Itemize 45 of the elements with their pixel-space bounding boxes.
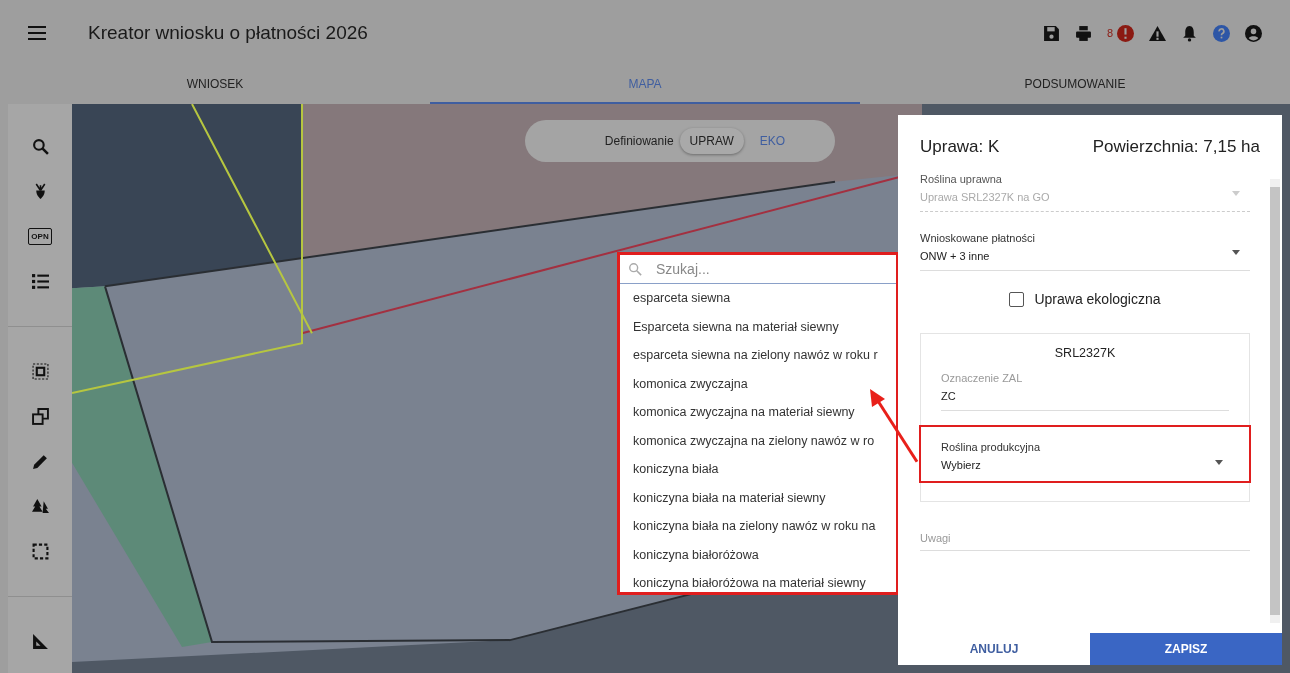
scrollbar[interactable] [1270,179,1280,623]
crop-option[interactable]: komonica zwyczajna [620,369,896,398]
crop-option[interactable]: koniczyna białoróżowa [620,540,896,569]
search-icon [628,262,642,276]
panel-title: Uprawa: K [920,137,1000,157]
select-field[interactable]: Wnioskowane płatności ONW + 3 inne [920,228,1250,271]
error-icon[interactable] [1117,24,1134,42]
menu-icon[interactable] [28,26,46,40]
crop-option[interactable]: esparceta siewna na zielony nawóz w roku r [620,341,896,370]
crop-option[interactable]: koniczyna biała [620,455,896,484]
copy-icon[interactable] [31,408,49,425]
pencil-icon[interactable] [31,453,49,470]
ruler-icon[interactable] [31,633,49,650]
error-count: 8 [1106,27,1113,39]
select-area-icon[interactable] [31,363,49,380]
print-icon[interactable] [1074,24,1092,42]
trees-icon[interactable] [31,498,49,515]
save-icon[interactable] [1042,24,1060,42]
search-icon[interactable] [31,138,49,155]
account-icon[interactable] [1245,24,1262,42]
select-field[interactable]: Roślina produkcyjna Wybierz [919,425,1251,483]
crop-option[interactable]: komonica zwyczajna na zielony nawóz w ro [620,426,896,455]
tab[interactable]: PODSUMOWANIE [860,66,1290,104]
checkbox-label: Uprawa ekologiczna [1034,291,1161,307]
save-button[interactable]: ZAPISZ [1090,633,1282,665]
opn-icon[interactable]: OPN [28,228,52,245]
list-icon[interactable] [31,273,49,290]
crop-option[interactable]: komonica zwyczajna na materiał siewny [620,398,896,427]
dashed-rectangle-icon[interactable] [31,543,49,560]
area-label: Powierzchnia: 7,15 ha [1092,137,1260,157]
crop-option[interactable]: koniczyna biała na materiał siewny [620,483,896,512]
card-title: SRL2327K [1053,346,1117,360]
warning-icon[interactable] [1149,24,1166,42]
checkbox[interactable] [1009,291,1025,307]
crop-option[interactable]: Esparceta siewna na materiał siewny [620,312,896,341]
bell-icon[interactable] [1181,24,1198,42]
mode-option[interactable]: UPRAW [679,128,744,154]
crop-option[interactable]: koniczyna białoróżowa na materiał siewny [620,569,896,592]
app-title: Kreator wniosku o płatności 2026 [88,22,368,44]
mode-label: Definiowanie [604,134,674,148]
crop-option[interactable]: koniczyna biała na zielony nawóz w roku na [620,512,896,541]
text-field[interactable]: Oznaczenie ZAL ZC [941,372,1229,411]
crop-option[interactable]: esparceta siewna [620,284,896,313]
tab[interactable]: WNIOSEK [0,66,430,104]
help-icon[interactable] [1213,24,1230,42]
